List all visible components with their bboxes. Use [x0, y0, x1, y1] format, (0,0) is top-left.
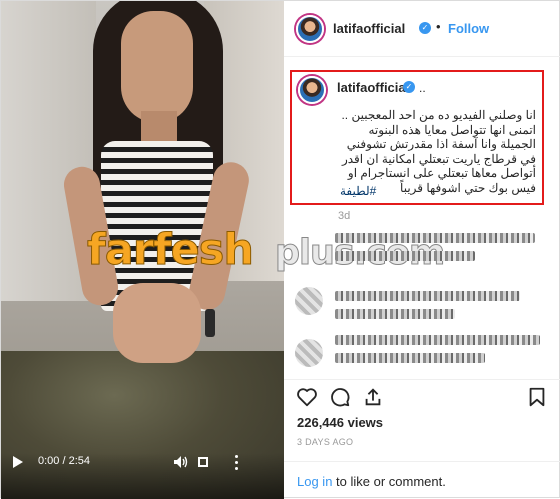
fullscreen-icon[interactable]: [198, 457, 208, 467]
hashtag-link[interactable]: #لطيفة: [340, 184, 376, 198]
bookmark-icon[interactable]: [526, 386, 548, 408]
share-icon[interactable]: [362, 386, 384, 408]
caption-suffix: ..: [419, 81, 426, 95]
blurred-comment-line: [335, 309, 455, 319]
volume-icon[interactable]: [174, 456, 188, 468]
caption-highlight-box: latifaofficial ✓ .. انا وصلني الفيديو ده…: [290, 70, 544, 205]
post-timestamp: 3 DAYS AGO: [297, 437, 354, 447]
list-item: [295, 333, 545, 373]
verified-badge-icon: ✓: [403, 81, 415, 93]
heart-icon[interactable]: [296, 386, 318, 408]
more-options-icon[interactable]: [235, 455, 241, 473]
blurred-avatar: [295, 287, 323, 315]
caption-username[interactable]: latifaofficial: [337, 80, 409, 95]
login-link[interactable]: Log in: [297, 474, 332, 489]
comment-bar: Log in to like or comment.: [284, 461, 560, 499]
watermark-main-text: farfesh: [86, 225, 254, 276]
blurred-avatar: [295, 339, 323, 367]
video-figure-hands: [113, 283, 201, 363]
header-username[interactable]: latifaofficial: [333, 21, 405, 36]
caption-time: 3d: [338, 210, 351, 222]
separator-dot: •: [436, 19, 441, 34]
verified-badge-icon: ✓: [419, 22, 431, 34]
instagram-post-embed: 0:00 / 2:54 farfesh plus.com latifaoffic…: [0, 0, 560, 499]
blurred-comment-line: [335, 353, 485, 363]
list-item: [295, 229, 545, 269]
comment-icon[interactable]: [329, 386, 351, 408]
video-time: 0:00 / 2:54: [38, 455, 90, 467]
play-icon[interactable]: [13, 456, 23, 468]
caption-text: انا وصلني الفيديو ده من احد المعجبين .. …: [341, 108, 536, 195]
follow-button[interactable]: Follow: [448, 21, 489, 36]
list-item: [295, 287, 545, 331]
caption-avatar[interactable]: [298, 76, 326, 104]
view-count[interactable]: 226,446 views: [297, 415, 383, 430]
action-bar: [284, 379, 560, 413]
blurred-comment-line: [335, 291, 520, 301]
video-figure-watch: [205, 309, 215, 337]
post-header: latifaofficial ✓ • Follow: [284, 1, 560, 57]
login-prompt: Log in to like or comment.: [297, 474, 446, 489]
login-prompt-text: to like or comment.: [332, 474, 446, 489]
blurred-comment-line: [335, 233, 535, 243]
avatar[interactable]: [296, 15, 324, 43]
blurred-comment-line: [335, 251, 475, 261]
blurred-comment-line: [335, 335, 540, 345]
video-figure-face: [121, 11, 193, 123]
